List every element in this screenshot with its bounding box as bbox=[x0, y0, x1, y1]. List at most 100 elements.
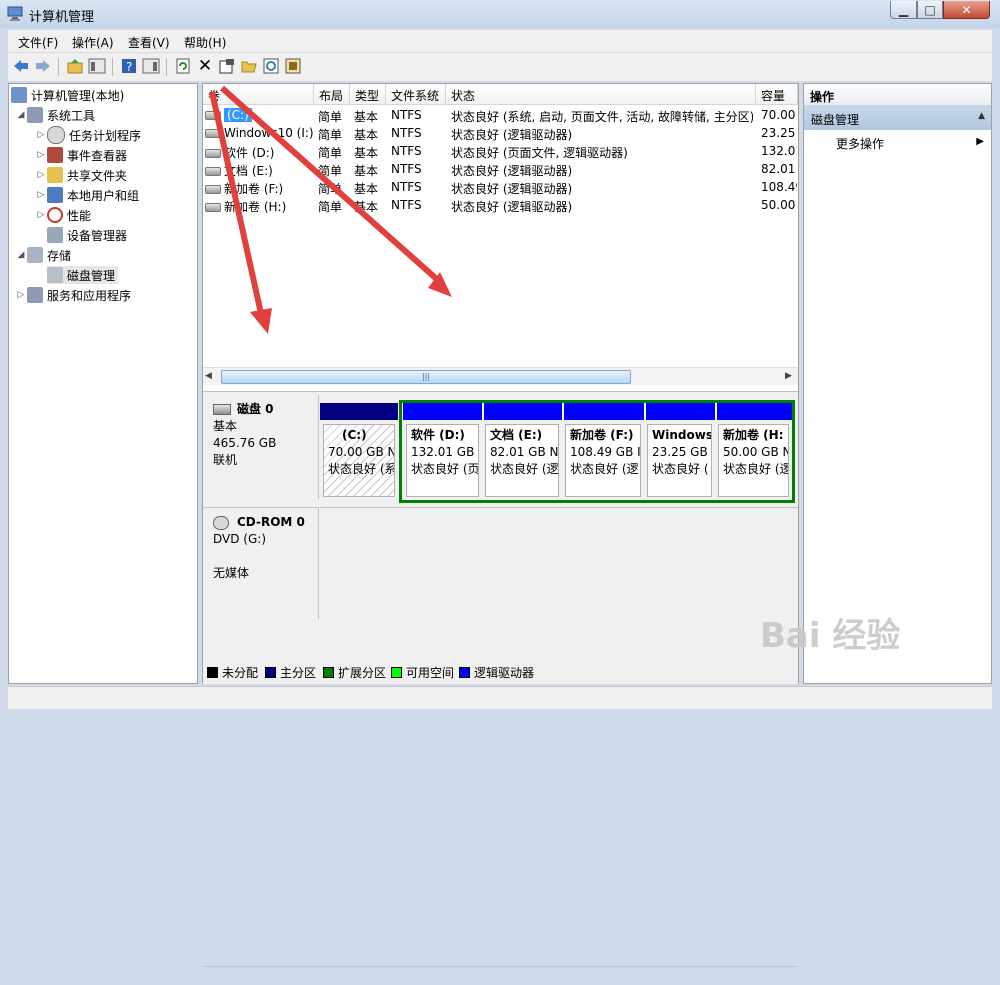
partition-f[interactable]: 新加卷 (F:) 108.49 GB I 状态良好 (逻 bbox=[562, 403, 644, 501]
computer-management-icon bbox=[7, 6, 23, 21]
partition-i[interactable]: Windows 23.25 GB 状态良好 ( bbox=[644, 403, 715, 501]
horizontal-scrollbar[interactable]: ◀ ||| ▶ bbox=[203, 367, 798, 385]
legend-free: 可用空间 bbox=[391, 665, 454, 680]
svg-text:?: ? bbox=[126, 60, 132, 74]
drive-icon bbox=[205, 167, 221, 176]
column-header-capacity[interactable]: 容量 bbox=[756, 84, 798, 105]
menu-file[interactable]: 文件(F) bbox=[18, 34, 58, 51]
tree-item-performance[interactable]: ▷ 性能 bbox=[35, 206, 91, 224]
hard-disk-icon bbox=[213, 404, 231, 415]
legend-swatch bbox=[391, 666, 402, 678]
column-header-type[interactable]: 类型 bbox=[350, 84, 386, 105]
legend-divider bbox=[203, 966, 798, 985]
disk-0-label[interactable]: 磁盘 0 基本 465.76 GB 联机 bbox=[203, 395, 319, 499]
tree-item-shared-folders[interactable]: ▷ 共享文件夹 bbox=[35, 166, 127, 184]
close-button[interactable]: ✕ bbox=[943, 1, 990, 19]
tree-item-device-manager[interactable]: 设备管理器 bbox=[47, 226, 127, 244]
back-icon[interactable] bbox=[12, 57, 30, 75]
menu-action[interactable]: 操作(A) bbox=[72, 34, 114, 51]
tree-item-local-users[interactable]: ▷ 本地用户和组 bbox=[35, 186, 139, 204]
table-row[interactable]: Windows10 (I:) 简单 基本 NTFS 状态良好 (逻辑驱动器) 2… bbox=[203, 124, 798, 142]
tree-item-storage[interactable]: ◢ 存储 bbox=[15, 246, 71, 264]
tools-icon bbox=[27, 107, 43, 123]
minimize-button[interactable]: ▁ bbox=[890, 1, 917, 19]
submenu-arrow-icon: ▶ bbox=[976, 136, 984, 147]
disk-graphical-view: 磁盘 0 基本 465.76 GB 联机 (C:) 70.00 GB N 状态良… bbox=[203, 391, 798, 967]
menu-view[interactable]: 查看(V) bbox=[128, 34, 170, 51]
drive-icon bbox=[205, 203, 221, 212]
console-tree: 计算机管理(本地) ◢ 系统工具 ▷ 任务计划程序 ▷ 事件查看器 ▷ 共享文件夹 ▷ 本… bbox=[8, 83, 198, 684]
properties-icon[interactable] bbox=[218, 57, 236, 75]
forward-icon[interactable] bbox=[34, 57, 52, 75]
search-icon[interactable] bbox=[262, 57, 280, 75]
collapsed-arrow-icon[interactable]: ▷ bbox=[35, 150, 47, 160]
cd-drive-icon bbox=[213, 515, 229, 530]
column-header-status[interactable]: 状态 bbox=[446, 84, 756, 105]
legend-swatch bbox=[323, 666, 334, 678]
partition-h[interactable]: 新加卷 (H: 50.00 GB N 状态良好 (逻 bbox=[715, 403, 792, 501]
scroll-right-icon[interactable]: ▶ bbox=[785, 371, 792, 381]
event-log-icon bbox=[47, 147, 63, 163]
cdrom-0-label[interactable]: CD-ROM 0 DVD (G:) 无媒体 bbox=[203, 507, 319, 619]
scroll-left-icon[interactable]: ◀ bbox=[205, 371, 212, 381]
drive-icon bbox=[205, 185, 221, 194]
tree-item-disk-management[interactable]: 磁盘管理 bbox=[47, 266, 119, 284]
expanded-arrow-icon[interactable]: ◢ bbox=[15, 110, 27, 120]
device-manager-icon bbox=[47, 227, 63, 243]
legend-extended: 扩展分区 bbox=[323, 665, 386, 680]
partition-d[interactable]: 软件 (D:) 132.01 GB 状态良好 (页 bbox=[403, 403, 482, 501]
scroll-thumb[interactable]: ||| bbox=[221, 370, 631, 384]
help-icon[interactable]: ? bbox=[120, 57, 138, 75]
tree-item-services-apps[interactable]: ▷ 服务和应用程序 bbox=[15, 286, 131, 304]
menu-help[interactable]: 帮助(H) bbox=[184, 34, 226, 51]
table-row[interactable]: 新加卷 (F:) 简单 基本 NTFS 状态良好 (逻辑驱动器) 108.49 bbox=[203, 178, 798, 196]
column-header-volume[interactable]: 卷 bbox=[203, 84, 314, 105]
actions-group-disk-management[interactable]: 磁盘管理 ▲ bbox=[804, 106, 991, 130]
services-icon bbox=[27, 287, 43, 303]
refresh-icon[interactable] bbox=[174, 57, 192, 75]
table-row[interactable]: 文档 (E:) 简单 基本 NTFS 状态良好 (逻辑驱动器) 82.01 bbox=[203, 160, 798, 178]
legend-swatch bbox=[459, 666, 470, 678]
up-folder-icon[interactable] bbox=[66, 57, 84, 75]
collapsed-arrow-icon[interactable]: ▷ bbox=[35, 170, 47, 180]
table-row[interactable]: 新加卷 (H:) 简单 基本 NTFS 状态良好 (逻辑驱动器) 50.00 bbox=[203, 196, 798, 214]
tree-item-event-viewer[interactable]: ▷ 事件查看器 bbox=[35, 146, 127, 164]
expanded-arrow-icon[interactable]: ◢ bbox=[15, 250, 27, 260]
collapse-up-icon[interactable]: ▲ bbox=[978, 111, 985, 121]
open-folder-icon[interactable] bbox=[240, 57, 258, 75]
table-row[interactable]: (C:) 简单 基本 NTFS 状态良好 (系统, 启动, 页面文件, 活动, … bbox=[203, 106, 798, 124]
tree-item-task-scheduler[interactable]: ▷ 任务计划程序 bbox=[35, 126, 141, 144]
clock-icon bbox=[47, 126, 65, 144]
tree-item-system-tools[interactable]: ◢ 系统工具 bbox=[15, 106, 95, 124]
delete-icon[interactable]: ✕ bbox=[196, 56, 214, 76]
partition-c[interactable]: (C:) 70.00 GB N 状态良好 (系 bbox=[320, 403, 398, 501]
shared-folder-icon bbox=[47, 167, 63, 183]
column-header-layout[interactable]: 布局 bbox=[314, 84, 350, 105]
toolbar: ? ✕ bbox=[8, 53, 992, 81]
cdrom-0-area[interactable] bbox=[320, 507, 798, 620]
properties-pane-icon[interactable] bbox=[142, 57, 160, 75]
collapsed-arrow-icon[interactable]: ▷ bbox=[15, 290, 27, 300]
table-row[interactable]: 软件 (D:) 简单 基本 NTFS 状态良好 (页面文件, 逻辑驱动器) 13… bbox=[203, 142, 798, 160]
tree-item-root[interactable]: 计算机管理(本地) bbox=[11, 86, 124, 104]
collapsed-arrow-icon[interactable]: ▷ bbox=[35, 190, 47, 200]
show-tree-icon[interactable] bbox=[88, 57, 106, 75]
window-title: 计算机管理 bbox=[29, 10, 95, 25]
column-header-filesystem[interactable]: 文件系统 bbox=[386, 84, 446, 105]
legend-swatch bbox=[265, 666, 276, 678]
menu-bar: 文件(F) 操作(A) 查看(V) 帮助(H) bbox=[8, 30, 992, 53]
performance-icon bbox=[47, 207, 63, 223]
disk-0-partitions: (C:) 70.00 GB N 状态良好 (系 软件 (D:) 132.01 G… bbox=[320, 400, 796, 503]
drive-icon bbox=[205, 111, 221, 120]
maximize-button[interactable]: □ bbox=[917, 1, 943, 19]
disk-management-icon bbox=[47, 267, 63, 283]
legend-primary: 主分区 bbox=[265, 665, 316, 680]
drive-icon bbox=[205, 149, 221, 158]
collapsed-arrow-icon[interactable]: ▷ bbox=[35, 130, 47, 140]
partition-e[interactable]: 文档 (E:) 82.01 GB N 状态良好 (逻 bbox=[482, 403, 562, 501]
drive-icon bbox=[205, 129, 221, 138]
more-actions-item[interactable]: 更多操作 ▶ bbox=[836, 135, 986, 152]
baidu-watermark: Bai 经验 bbox=[760, 616, 901, 656]
settings-icon[interactable] bbox=[284, 57, 302, 75]
collapsed-arrow-icon[interactable]: ▷ bbox=[35, 210, 47, 220]
